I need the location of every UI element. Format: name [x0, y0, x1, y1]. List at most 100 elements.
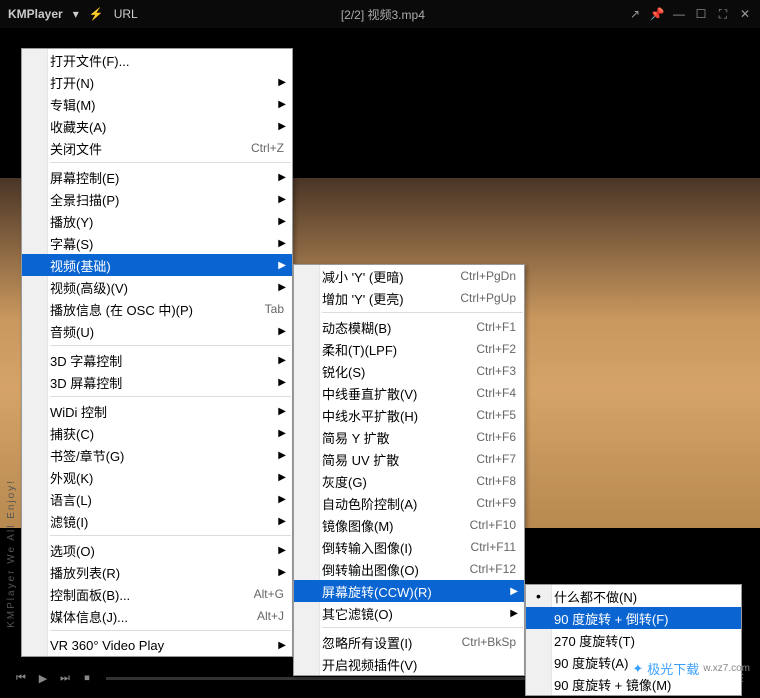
bolt-icon[interactable]: ⚡ — [89, 7, 104, 21]
menu-item-label: 增加 'Y' (更亮) — [322, 289, 404, 308]
menu-item[interactable]: 中线水平扩散(H)Ctrl+F5 — [294, 404, 524, 426]
menu-item[interactable]: 开启视频插件(V) — [294, 653, 524, 675]
menu-item[interactable]: 捕获(C)▶ — [22, 422, 292, 444]
menu-item[interactable]: 视频(高级)(V)▶ — [22, 276, 292, 298]
menu-item-label: 媒体信息(J)... — [50, 607, 128, 626]
submenu-arrow-icon: ▶ — [278, 216, 286, 227]
menu-item[interactable]: 270 度旋转(T) — [526, 629, 741, 651]
menu-item[interactable]: 屏幕旋转(CCW)(R)▶ — [294, 580, 524, 602]
brand-sidetext: KMPlayer We All Enjoy! — [6, 479, 17, 628]
pin-icon[interactable]: 📌 — [650, 7, 664, 21]
menu-item[interactable]: 增加 'Y' (更亮) Ctrl+PgUp — [294, 287, 524, 309]
menu-shortcut: Ctrl+F1 — [456, 320, 516, 334]
menu-shortcut: Ctrl+Z — [231, 141, 284, 155]
menu-item[interactable]: 减小 'Y' (更暗)Ctrl+PgDn — [294, 265, 524, 287]
menu-shortcut: Ctrl+F10 — [450, 518, 516, 532]
submenu-arrow-icon: ▶ — [278, 260, 286, 271]
menu-item[interactable]: 动态模糊(B)Ctrl+F1 — [294, 316, 524, 338]
menu-item[interactable]: 字幕(S)▶ — [22, 232, 292, 254]
menu-item-label: 倒转输出图像(O) — [322, 560, 419, 579]
stop-button[interactable]: ⏹ — [76, 672, 98, 685]
menu-item[interactable]: 书签/章节(G) ▶ — [22, 444, 292, 466]
menu-item[interactable]: 选项(O)▶ — [22, 539, 292, 561]
menu-item[interactable]: •什么都不做(N) — [526, 585, 741, 607]
menu-item[interactable]: 播放列表(R)▶ — [22, 561, 292, 583]
menu-separator — [50, 535, 291, 536]
menu-item-label: 270 度旋转(T) — [554, 631, 635, 650]
menu-item[interactable]: 简易 Y 扩散Ctrl+F6 — [294, 426, 524, 448]
menu-item[interactable]: 关闭文件Ctrl+Z — [22, 137, 292, 159]
menu-shortcut: Ctrl+F5 — [456, 408, 516, 422]
menu-item[interactable]: 媒体信息(J)... Alt+J — [22, 605, 292, 627]
menu-item[interactable]: 倒转输入图像(I)Ctrl+F11 — [294, 536, 524, 558]
menu-item[interactable]: WiDi 控制▶ — [22, 400, 292, 422]
menu-item-label: 自动色阶控制(A) — [322, 494, 417, 513]
menu-item[interactable]: 全景扫描(P)▶ — [22, 188, 292, 210]
menu-item-label: 忽略所有设置(I) — [322, 633, 412, 652]
submenu-arrow-icon: ▶ — [278, 567, 286, 578]
fullscreen-icon[interactable]: ⛶ — [716, 7, 730, 21]
menu-item[interactable]: 简易 UV 扩散Ctrl+F7 — [294, 448, 524, 470]
menu-item[interactable]: 播放信息 (在 OSC 中)(P)Tab — [22, 298, 292, 320]
menu-item-label: 控制面板(B)... — [50, 585, 130, 604]
menu-item[interactable]: 90 度旋转(A) — [526, 651, 741, 673]
minimize-icon[interactable]: — — [672, 7, 686, 21]
menu-item-label: 90 度旋转(A) — [554, 653, 628, 672]
menu-item[interactable]: 锐化(S)Ctrl+F3 — [294, 360, 524, 382]
menu-item[interactable]: 灰度(G)Ctrl+F8 — [294, 470, 524, 492]
menu-item[interactable]: 倒转输出图像(O)Ctrl+F12 — [294, 558, 524, 580]
menu-item[interactable]: 自动色阶控制(A) Ctrl+F9 — [294, 492, 524, 514]
menu-item[interactable]: 打开(N)▶ — [22, 71, 292, 93]
menu-shortcut: Alt+J — [237, 609, 284, 623]
menu-item[interactable]: 收藏夹(A)▶ — [22, 115, 292, 137]
menu-item-label: 屏幕控制(E) — [50, 168, 119, 187]
submenu-arrow-icon: ▶ — [278, 545, 286, 556]
menu-item[interactable]: 播放(Y)▶ — [22, 210, 292, 232]
menu-item[interactable]: 忽略所有设置(I)Ctrl+BkSp — [294, 631, 524, 653]
menu-item-label: 什么都不做(N) — [554, 587, 637, 606]
menu-item[interactable]: 语言(L)▶ — [22, 488, 292, 510]
menu-item-label: 书签/章节(G) — [50, 446, 124, 465]
menu-shortcut: Ctrl+F9 — [456, 496, 516, 510]
next-button[interactable]: ⏭ — [54, 672, 76, 685]
menu-item[interactable]: 外观(K)▶ — [22, 466, 292, 488]
menu-item[interactable]: 屏幕控制(E)▶ — [22, 166, 292, 188]
maximize-icon[interactable]: ☐ — [694, 7, 708, 21]
ontop-icon[interactable]: ↗ — [628, 7, 642, 21]
menu-item[interactable]: 控制面板(B)... Alt+G — [22, 583, 292, 605]
menu-shortcut: Tab — [245, 302, 284, 316]
url-label[interactable]: URL — [114, 7, 138, 21]
menu-shortcut: Ctrl+PgDn — [440, 269, 516, 283]
title-file: [2/2] 视频3.mp4 — [138, 6, 628, 23]
titlebar-dropdown-icon[interactable]: ▾ — [73, 7, 79, 21]
menu-item[interactable]: 镜像图像(M) Ctrl+F10 — [294, 514, 524, 536]
menu-item[interactable]: 滤镜(I)▶ — [22, 510, 292, 532]
menu-item[interactable]: 柔和(T)(LPF)Ctrl+F2 — [294, 338, 524, 360]
menu-item[interactable]: 专辑(M)▶ — [22, 93, 292, 115]
menu-item[interactable]: 中线垂直扩散(V)Ctrl+F4 — [294, 382, 524, 404]
menu-item-label: WiDi 控制 — [50, 402, 107, 421]
menu-shortcut: Alt+G — [234, 587, 284, 601]
menu-shortcut: Ctrl+F3 — [456, 364, 516, 378]
menu-item-label: 柔和(T)(LPF) — [322, 340, 397, 359]
menu-item[interactable]: 视频(基础)▶ — [22, 254, 292, 276]
menu-item-label: 镜像图像(M) — [322, 516, 394, 535]
close-icon[interactable]: ✕ — [738, 7, 752, 21]
menu-item-label: 打开文件(F)... — [50, 51, 129, 70]
menu-item[interactable]: 3D 屏幕控制▶ — [22, 371, 292, 393]
menu-item[interactable]: 打开文件(F)... — [22, 49, 292, 71]
menu-item[interactable]: 音频(U)▶ — [22, 320, 292, 342]
menu-separator — [322, 627, 523, 628]
menu-item[interactable]: 其它滤镜(O)▶ — [294, 602, 524, 624]
prev-button[interactable]: ⏮ — [10, 672, 32, 685]
menu-shortcut: Ctrl+F8 — [456, 474, 516, 488]
menu-item[interactable]: 90 度旋转 + 倒转(F) — [526, 607, 741, 629]
menu-item[interactable]: 90 度旋转 + 镜像(M) — [526, 673, 741, 695]
menu-item[interactable]: VR 360° Video Play▶ — [22, 634, 292, 656]
submenu-arrow-icon: ▶ — [278, 450, 286, 461]
menu-shortcut: Ctrl+PgUp — [440, 291, 516, 305]
menu-item-label: 音频(U) — [50, 322, 94, 341]
submenu-arrow-icon: ▶ — [510, 586, 518, 597]
play-button[interactable]: ▶ — [32, 672, 54, 685]
menu-item[interactable]: 3D 字幕控制▶ — [22, 349, 292, 371]
